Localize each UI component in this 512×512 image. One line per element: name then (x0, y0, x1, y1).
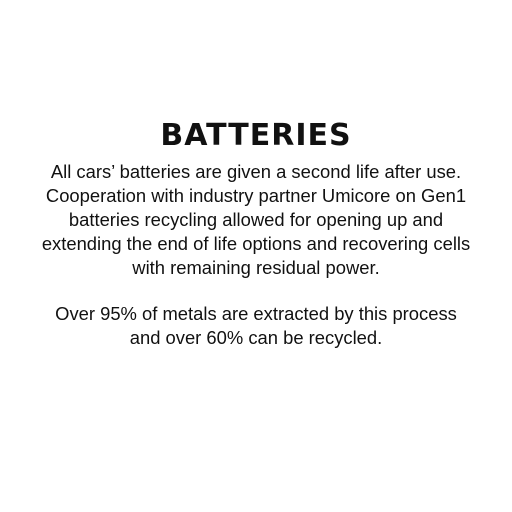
page-title: BATTERIES (160, 118, 352, 153)
page: BATTERIES All cars’ batteries are given … (0, 0, 512, 512)
text-block: BATTERIES All cars’ batteries are given … (0, 116, 512, 350)
paragraph-metals-recycled: Over 95% of metals are extracted by this… (55, 303, 457, 348)
paragraph-batteries-second-life: All cars’ batteries are given a second l… (41, 161, 471, 278)
